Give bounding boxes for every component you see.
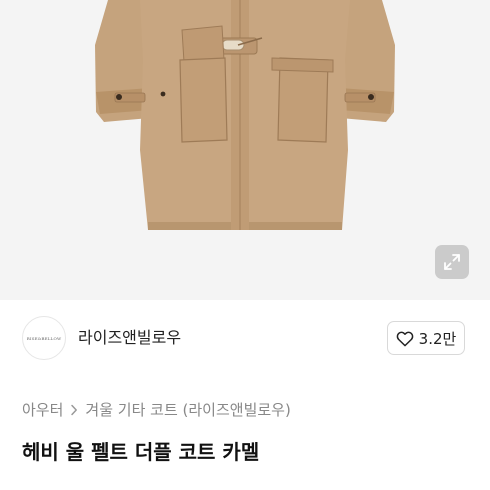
brand-name-link[interactable]: 라이즈앤빌로우 — [78, 327, 181, 349]
product-image-area[interactable] — [0, 0, 490, 300]
brand-logo[interactable]: RISE&BELLOW — [22, 316, 66, 360]
like-button[interactable]: 3.2만 — [387, 321, 465, 355]
product-detail-page: RISE&BELLOW 라이즈앤빌로우 3.2만 아우터 겨울 기타 코트 (라… — [0, 0, 490, 490]
like-count: 3.2만 — [418, 329, 457, 348]
product-image — [95, 0, 395, 230]
expand-arrows-icon — [444, 254, 460, 270]
heart-outline-icon — [396, 331, 413, 346]
breadcrumb: 아우터 겨울 기타 코트 (라이즈앤빌로우) — [22, 400, 291, 420]
breadcrumb-category[interactable]: 겨울 기타 코트 (라이즈앤빌로우) — [85, 400, 290, 420]
brand-row: RISE&BELLOW 라이즈앤빌로우 3.2만 — [22, 316, 470, 362]
expand-image-button[interactable] — [435, 245, 469, 279]
chevron-right-icon — [70, 404, 78, 416]
brand-logo-text: RISE&BELLOW — [26, 335, 62, 341]
product-title: 헤비 울 펠트 더플 코트 카멜 — [22, 440, 260, 464]
breadcrumb-outerwear[interactable]: 아우터 — [22, 400, 63, 420]
